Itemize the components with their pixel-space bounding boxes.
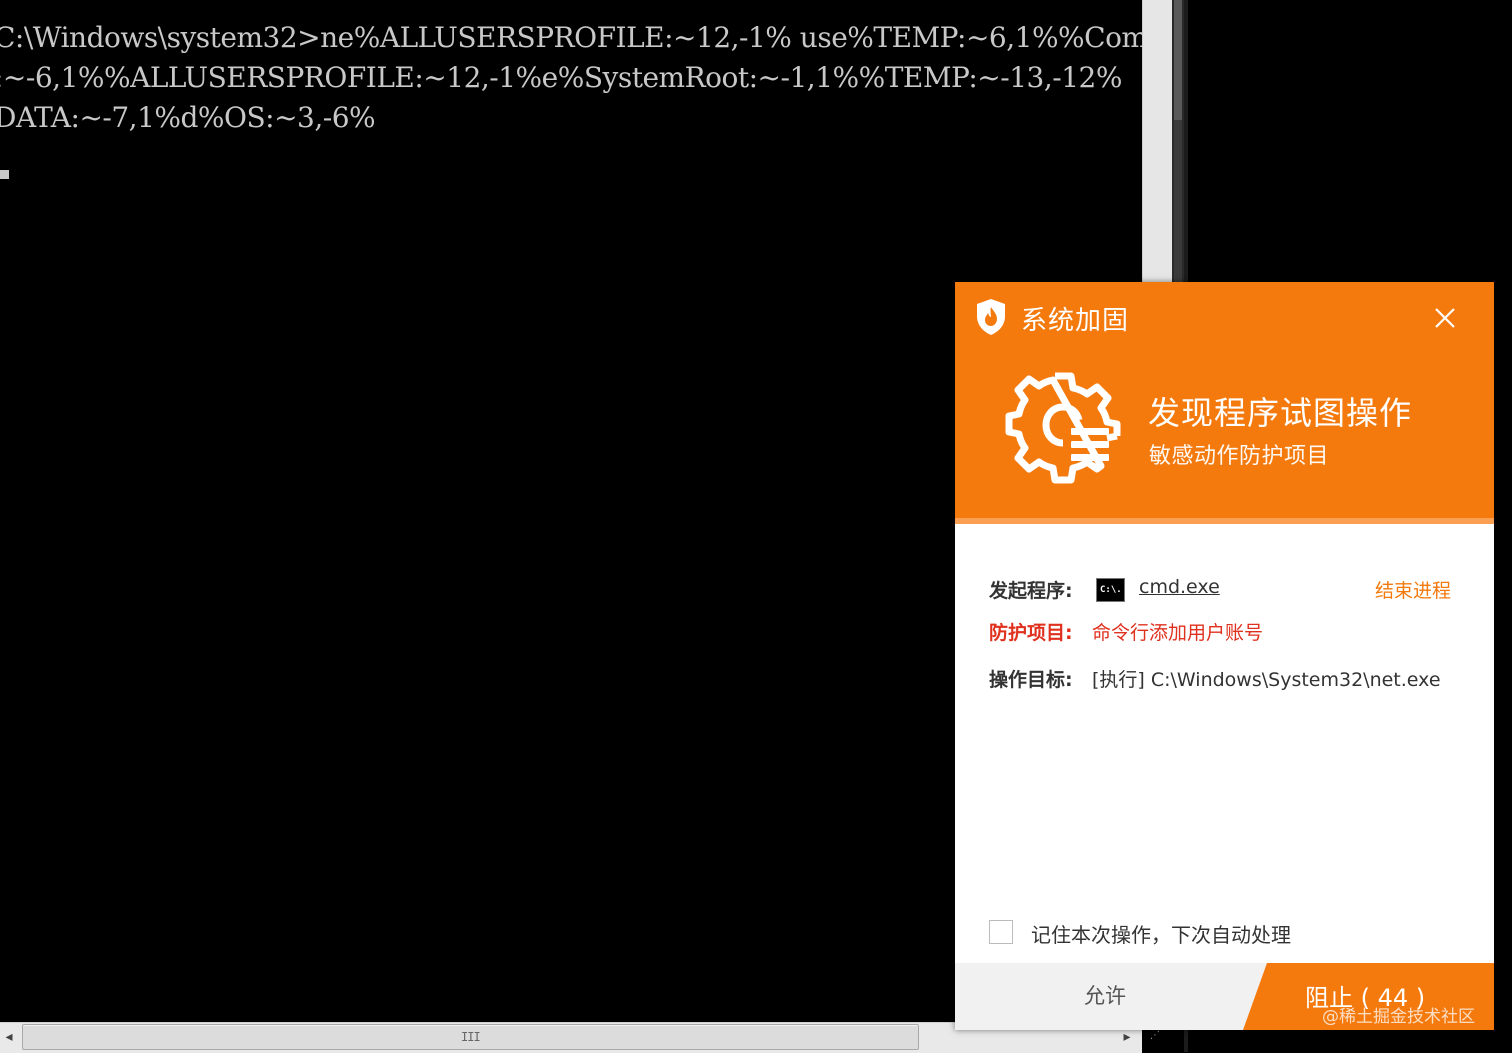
shield-icon [977,299,1005,335]
close-icon [1435,308,1455,328]
allow-button[interactable]: 允许 [955,963,1255,1030]
source-program-link[interactable]: cmd.exe [1139,576,1220,598]
security-alert-dialog: 系统加固 发现程序试图操作 敏感动作防护项目 发起程序: C:\. cmd.ex… [955,282,1494,1030]
scroll-left-arrow-icon[interactable]: ◂ [0,1024,18,1050]
operation-target-value: [执行] C:\Windows\System32\net.exe [1092,669,1441,691]
protection-item-value: 命令行添加用户账号 [1092,622,1264,644]
console-line: C:\Windows\system32>ne%ALLUSERSPROFILE:~… [0,21,1142,54]
alert-subheading: 敏感动作防护项目 [1149,444,1330,469]
source-program-label: 发起程序: [989,580,1073,602]
resize-grip-icon[interactable]: ⋰ [1150,1030,1170,1050]
operation-target-label: 操作目标: [989,669,1073,691]
end-process-link[interactable]: 结束进程 [1375,576,1451,603]
dialog-header: 系统加固 发现程序试图操作 敏感动作防护项目 [955,282,1494,518]
header-divider [955,518,1494,524]
cmd-icon-text: C:\. [1100,585,1122,595]
protection-item-label: 防护项目: [989,622,1073,644]
dialog-title: 系统加固 [1021,306,1130,336]
cmd-icon: C:\. [1096,578,1125,602]
remember-checkbox[interactable] [989,920,1013,944]
console-line: :~-6,1%%ALLUSERSPROFILE:~12,-1%e%SystemR… [0,61,1122,94]
text-cursor [0,170,9,179]
alert-heading: 发现程序试图操作 [1148,394,1413,432]
console-line: DATA:~-7,1%d%OS:~3,-6% [0,101,376,134]
remember-label[interactable]: 记住本次操作，下次自动处理 [1031,919,1291,948]
scrollbar-grip: III [461,1030,481,1044]
watermark: @稀土掘金技术社区 [1322,1007,1475,1027]
vertical-scrollbar-thumb[interactable] [1174,0,1182,120]
gear-icon [1005,372,1121,484]
close-button[interactable] [1427,300,1463,336]
